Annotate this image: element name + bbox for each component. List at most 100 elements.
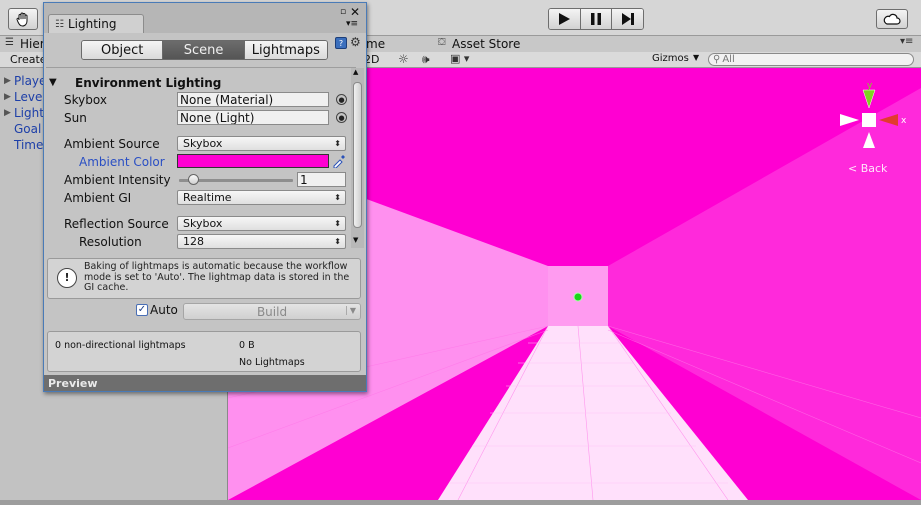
ambient-gi-value: Realtime (183, 191, 232, 204)
auto-checkbox[interactable]: ✓ (136, 304, 148, 316)
resolution-value: 128 (183, 235, 204, 248)
playback-controls (548, 8, 644, 30)
resolution-dropdown[interactable]: 128 ⬍ (177, 234, 346, 249)
hierarchy-item-label: Leve (14, 90, 43, 104)
lightmap-count: 0 non-directional lightmaps (55, 340, 186, 351)
ambient-color-swatch[interactable] (177, 154, 329, 168)
hierarchy-item[interactable]: ▶ Playe (4, 73, 46, 89)
lighting-window: ☷ Lighting ▫ ✕ ▾≡ Object Scene Lightmaps… (43, 2, 367, 392)
list-icon: ☰ (5, 37, 14, 48)
step-icon (621, 13, 634, 25)
asset-store-icon: ⛋ (438, 37, 446, 48)
build-options-arrow-icon[interactable]: ▼ (345, 306, 356, 315)
cloud-icon (883, 13, 901, 25)
resolution-label: Resolution (79, 235, 142, 249)
lightmap-size: 0 B (239, 340, 255, 351)
scroll-up-icon[interactable]: ▲ (353, 68, 358, 76)
dropdown-arrow-icon: ⬍ (334, 219, 341, 228)
maximize-icon[interactable]: ▫ (340, 7, 346, 17)
dropdown-arrow-icon: ⬍ (334, 193, 341, 202)
orientation-gizmo[interactable]: y x (834, 80, 914, 150)
tab-scene[interactable]: Scene (163, 41, 245, 59)
expand-arrow-icon[interactable]: ▶ (4, 108, 14, 118)
gizmos-dropdown[interactable]: Gizmos (652, 53, 689, 64)
back-view-label[interactable]: < Back (848, 162, 887, 175)
object-picker-icon[interactable]: ● (336, 112, 347, 123)
sun-label: Sun (64, 111, 87, 125)
close-icon[interactable]: ✕ (350, 5, 360, 19)
build-button[interactable]: Build ▼ (183, 303, 361, 320)
lighting-settings-icon: ☷ (55, 18, 64, 30)
axis-x-label: x (901, 116, 907, 126)
ambient-intensity-input[interactable]: 1 (297, 172, 346, 187)
gear-icon[interactable]: ⚙ (350, 35, 361, 49)
auto-label: Auto (150, 303, 178, 317)
help-text: Baking of lightmaps is automatic because… (84, 261, 350, 293)
hierarchy-item[interactable]: Goal (4, 121, 41, 137)
divider (46, 67, 356, 68)
hand-tool-button[interactable] (8, 8, 38, 30)
sun-field[interactable]: None (Light) (177, 110, 329, 125)
expand-arrow-icon[interactable]: ▶ (4, 92, 14, 102)
scroll-down-icon[interactable]: ▼ (353, 236, 358, 244)
step-button[interactable] (612, 9, 643, 29)
expand-arrow-icon[interactable]: ▶ (4, 76, 14, 86)
hierarchy-item-label: Playe (14, 74, 47, 88)
play-button[interactable] (549, 9, 581, 29)
tab-game[interactable]: me (366, 37, 385, 51)
tab-lightmaps[interactable]: Lightmaps (244, 41, 327, 59)
hierarchy-item-label: Light (14, 106, 44, 120)
cloud-button[interactable] (876, 9, 908, 29)
ambient-gi-label: Ambient GI (64, 191, 132, 205)
ambient-source-dropdown[interactable]: Skybox ⬍ (177, 136, 346, 151)
window-menu-icon[interactable]: ▾≡ (346, 19, 358, 29)
panel-menu-icon[interactable]: ▾≡ (900, 36, 913, 47)
ambient-source-label: Ambient Source (64, 137, 160, 151)
bottom-panel-edge (0, 500, 921, 505)
preview-header[interactable]: Preview (44, 375, 366, 391)
hierarchy-item[interactable]: Time (4, 137, 43, 153)
hierarchy-item-label: Goal (14, 122, 42, 136)
reflection-source-dropdown[interactable]: Skybox ⬍ (177, 216, 346, 231)
lighting-mode-tabs: Object Scene Lightmaps (81, 40, 328, 60)
build-label: Build (256, 304, 288, 319)
hierarchy-tab[interactable]: Hier (20, 37, 45, 51)
workflow-help-box: ! Baking of lightmaps is automatic becau… (47, 258, 361, 299)
play-icon (559, 13, 571, 25)
section-collapse-icon[interactable]: ▼ (49, 77, 57, 88)
scrollbar-thumb[interactable] (353, 82, 362, 228)
section-title: Environment Lighting (75, 76, 222, 90)
reflection-source-label: Reflection Source (64, 217, 169, 231)
pause-button[interactable] (580, 9, 613, 29)
dropdown-arrow-icon: ⬍ (334, 237, 341, 246)
create-dropdown[interactable]: Create (10, 53, 47, 66)
help-book-icon[interactable]: ? (335, 37, 347, 49)
lighting-window-header: ☷ Lighting ▫ ✕ ▾≡ (44, 3, 366, 33)
lightmap-stats-box: 0 non-directional lightmaps 0 B No Light… (47, 331, 361, 372)
skybox-field[interactable]: None (Material) (177, 92, 329, 107)
lighting-title: Lighting (67, 17, 117, 31)
hierarchy-item[interactable]: ▶ Leve (4, 89, 42, 105)
scene-search-input[interactable]: ⚲ All (708, 53, 914, 66)
skybox-label: Skybox (64, 93, 107, 107)
tab-asset-store[interactable]: Asset Store (452, 37, 520, 51)
hierarchy-item-label: Time (14, 138, 44, 152)
lighting-toggle-icon[interactable]: ☼ (398, 52, 409, 66)
back-view-text: Back (860, 162, 888, 175)
slider-knob[interactable] (188, 174, 200, 185)
search-placeholder: All (722, 54, 735, 65)
hierarchy-item[interactable]: ▶ Light (4, 105, 44, 121)
ambient-intensity-label: Ambient Intensity (64, 173, 171, 187)
ambient-gi-dropdown[interactable]: Realtime ⬍ (177, 190, 346, 205)
object-picker-icon[interactable]: ● (336, 94, 347, 105)
audio-toggle-icon[interactable]: 🕪 (422, 52, 430, 67)
eyedropper-icon[interactable] (332, 154, 346, 168)
no-lightmaps-text: No Lightmaps (239, 357, 305, 368)
lighting-tab[interactable]: ☷ Lighting (48, 14, 144, 33)
scrollbar-track[interactable]: ▲ ▼ (351, 68, 364, 248)
axis-y-label: y (867, 81, 873, 91)
gizmos-arrow-icon: ▼ (693, 53, 700, 62)
tab-object[interactable]: Object (82, 41, 164, 59)
effects-toggle-icon[interactable]: ▣ ▾ (450, 52, 469, 65)
dropdown-arrow-icon: ⬍ (334, 139, 341, 148)
